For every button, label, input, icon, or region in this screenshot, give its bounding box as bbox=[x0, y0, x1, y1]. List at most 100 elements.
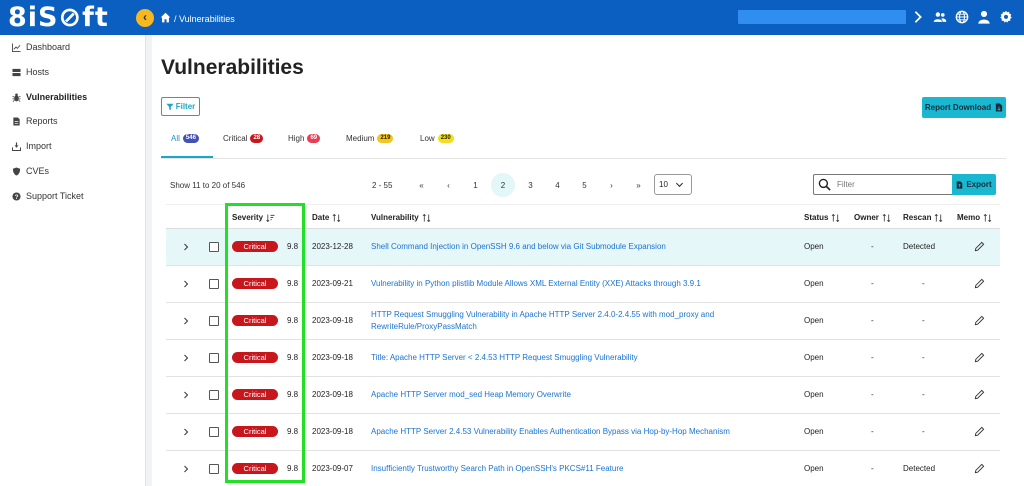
globe-icon[interactable] bbox=[954, 8, 970, 26]
page-button-3[interactable]: 3 bbox=[517, 173, 544, 197]
pencil-icon[interactable] bbox=[974, 463, 985, 474]
tab-medium[interactable]: Medium 219 bbox=[346, 134, 394, 143]
home-icon[interactable] bbox=[160, 12, 171, 25]
chevron-right-icon[interactable] bbox=[182, 354, 190, 362]
tab-high[interactable]: High 69 bbox=[288, 134, 321, 143]
breadcrumb: / Vulnerabilities bbox=[160, 12, 235, 25]
vulnerability-link[interactable]: Apache HTTP Server 2.4.53 Vulnerability … bbox=[371, 427, 730, 436]
chevron-right-icon[interactable] bbox=[182, 317, 190, 325]
last-page-button[interactable]: » bbox=[625, 173, 652, 197]
logo[interactable]: 8iS⊘ft bbox=[8, 2, 109, 33]
gear-icon[interactable] bbox=[998, 8, 1014, 26]
chevron-right-icon[interactable] bbox=[182, 391, 190, 399]
results-summary: Show 11 to 20 of 546 bbox=[170, 181, 246, 190]
logo-area: 8iS⊘ft ‹ bbox=[0, 0, 160, 35]
table-row[interactable]: Critical 9.8 2023-09-18 HTTP Request Smu… bbox=[166, 303, 1000, 340]
vulnerability-link[interactable]: Vulnerability in Python plistlib Module … bbox=[371, 279, 701, 288]
page-button-1[interactable]: 1 bbox=[462, 173, 489, 197]
rescan-cell: - bbox=[922, 353, 925, 362]
column-header-owner[interactable]: Owner bbox=[854, 213, 891, 222]
tab-critical[interactable]: Critical 28 bbox=[223, 134, 264, 143]
funnel-icon bbox=[166, 103, 174, 110]
chevron-right-icon[interactable] bbox=[182, 428, 190, 436]
user-icon[interactable] bbox=[976, 8, 992, 26]
export-button[interactable]: Export bbox=[952, 174, 996, 195]
row-checkbox[interactable] bbox=[209, 390, 219, 400]
chevron-right-icon[interactable] bbox=[182, 243, 190, 251]
pencil-icon[interactable] bbox=[974, 241, 985, 252]
sidebar-item-dashboard[interactable]: Dashboard bbox=[12, 40, 70, 54]
sidebar-item-import[interactable]: Import bbox=[12, 139, 52, 153]
search-icon bbox=[818, 178, 831, 191]
sidebar-item-support-ticket[interactable]: ? Support Ticket bbox=[12, 189, 84, 203]
sidebar-item-vulnerabilities[interactable]: Vulnerabilities bbox=[12, 90, 87, 104]
table-row[interactable]: Critical 9.8 2023-09-21 Vulnerability in… bbox=[166, 266, 1000, 303]
cvss-score: 9.8 bbox=[287, 353, 299, 362]
vulnerability-link-continued[interactable]: RewriteRule/ProxyPassMatch bbox=[371, 322, 477, 331]
row-checkbox[interactable] bbox=[209, 316, 219, 326]
file-export-icon bbox=[957, 180, 963, 189]
row-checkbox[interactable] bbox=[209, 464, 219, 474]
users-icon[interactable] bbox=[932, 8, 948, 26]
tab-low[interactable]: Low 230 bbox=[420, 134, 454, 143]
pencil-icon[interactable] bbox=[974, 426, 985, 437]
page-title: Vulnerabilities bbox=[161, 56, 304, 79]
report-download-button[interactable]: Report Download bbox=[922, 97, 1006, 118]
chevron-right-icon[interactable] bbox=[182, 280, 190, 288]
date-cell: 2023-09-18 bbox=[312, 390, 353, 399]
filter-input[interactable] bbox=[837, 180, 937, 189]
pencil-icon[interactable] bbox=[974, 315, 985, 326]
column-header-rescan[interactable]: Rescan bbox=[903, 213, 943, 222]
sort-icon bbox=[333, 213, 341, 222]
prev-page-button[interactable]: ‹ bbox=[435, 173, 462, 197]
sidebar-item-reports[interactable]: Reports bbox=[12, 114, 58, 128]
column-header-severity[interactable]: Severity bbox=[232, 213, 275, 222]
row-checkbox[interactable] bbox=[209, 427, 219, 437]
page-range: 2 - 55 bbox=[372, 180, 393, 190]
pencil-icon[interactable] bbox=[974, 278, 985, 289]
chevron-right-icon[interactable] bbox=[910, 8, 926, 26]
column-header-status[interactable]: Status bbox=[804, 213, 840, 222]
sort-icon bbox=[983, 213, 992, 222]
page-button-2[interactable]: 2 bbox=[491, 173, 515, 197]
status-cell: Open bbox=[804, 242, 824, 251]
row-checkbox[interactable] bbox=[209, 242, 219, 252]
severity-badge: Critical bbox=[232, 463, 278, 474]
page-button-4[interactable]: 4 bbox=[544, 173, 571, 197]
vulnerability-link[interactable]: Title: Apache HTTP Server < 2.4.53 HTTP … bbox=[371, 353, 638, 362]
sort-icon bbox=[935, 213, 943, 222]
table-row[interactable]: Critical 9.8 2023-09-18 Apache HTTP Serv… bbox=[166, 414, 1000, 451]
tab-all[interactable]: All 546 bbox=[171, 134, 199, 143]
breadcrumb-text: / Vulnerabilities bbox=[174, 13, 235, 24]
row-checkbox[interactable] bbox=[209, 279, 219, 289]
filter-button[interactable]: Filter bbox=[161, 97, 200, 116]
column-header-vulnerability[interactable]: Vulnerability bbox=[371, 213, 431, 222]
cvss-score: 9.8 bbox=[287, 242, 299, 251]
table-row[interactable]: Critical 9.8 2023-09-18 Title: Apache HT… bbox=[166, 340, 1000, 377]
vulnerability-link[interactable]: Apache HTTP Server mod_sed Heap Memory O… bbox=[371, 390, 571, 399]
column-header-date[interactable]: Date bbox=[312, 213, 341, 222]
rescan-cell: - bbox=[922, 316, 925, 325]
pencil-icon[interactable] bbox=[974, 389, 985, 400]
vulnerability-link[interactable]: Shell Command Injection in OpenSSH 9.6 a… bbox=[371, 242, 666, 251]
table-header: Severity Date Vulnerability Status Owner… bbox=[166, 204, 1000, 229]
pencil-icon[interactable] bbox=[974, 352, 985, 363]
table-row[interactable]: Critical 9.8 2023-09-18 Apache HTTP Serv… bbox=[166, 377, 1000, 414]
page-button-5[interactable]: 5 bbox=[571, 173, 598, 197]
sidebar-item-cves[interactable]: CVEs bbox=[12, 164, 49, 178]
table-row[interactable]: Critical 9.8 2023-12-28 Shell Command In… bbox=[166, 229, 1000, 266]
file-icon bbox=[13, 116, 20, 126]
sidebar-item-hosts[interactable]: Hosts bbox=[12, 65, 49, 79]
table-row[interactable]: Critical 9.8 2023-09-07 Insufficiently T… bbox=[166, 451, 1000, 485]
first-page-button[interactable]: « bbox=[408, 173, 435, 197]
chevron-right-icon[interactable] bbox=[182, 465, 190, 473]
next-page-button[interactable]: › bbox=[598, 173, 625, 197]
row-checkbox[interactable] bbox=[209, 353, 219, 363]
date-cell: 2023-09-18 bbox=[312, 316, 353, 325]
top-search-field[interactable] bbox=[738, 10, 906, 24]
vulnerability-link[interactable]: HTTP Request Smuggling Vulnerability in … bbox=[371, 310, 714, 319]
column-header-memo[interactable]: Memo bbox=[957, 213, 992, 222]
vulnerability-link[interactable]: Insufficiently Trustworthy Search Path i… bbox=[371, 464, 623, 473]
per-page-select[interactable]: 10 bbox=[654, 174, 692, 195]
sidebar-collapse-button[interactable]: ‹ bbox=[136, 9, 154, 27]
